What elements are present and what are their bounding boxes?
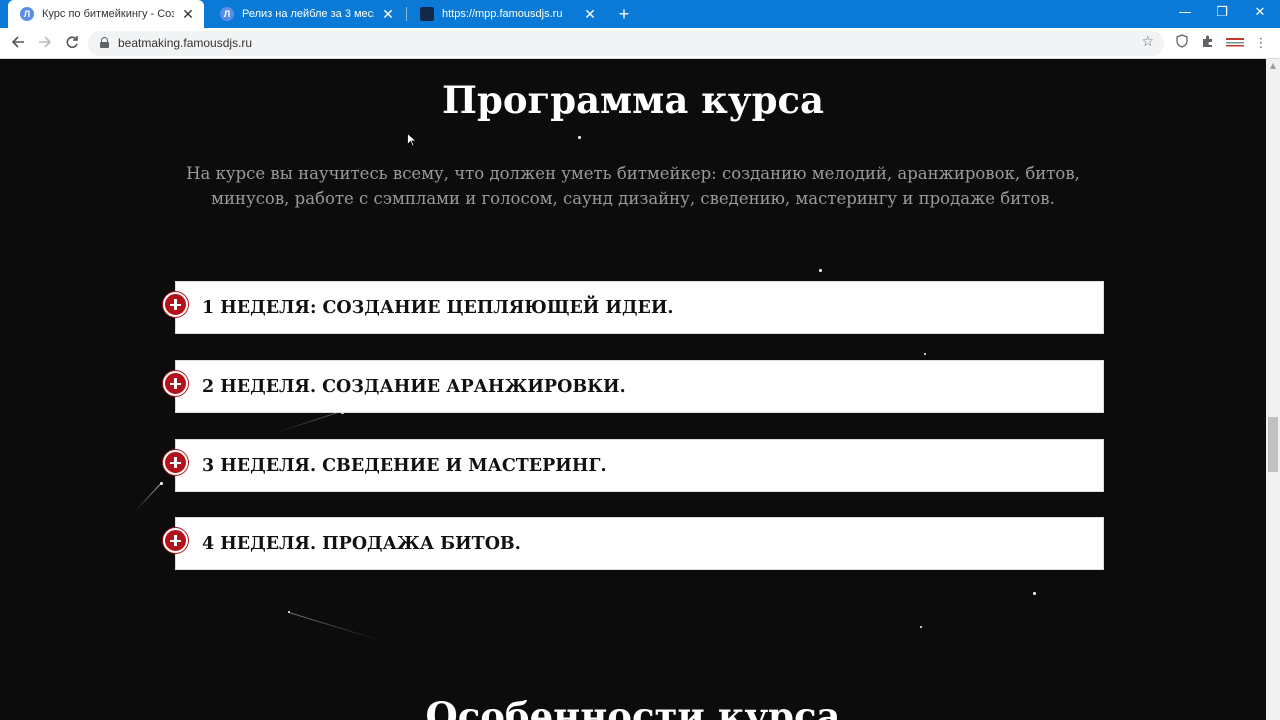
- extensions-puzzle-icon[interactable]: [1198, 34, 1218, 54]
- week-accordion-item[interactable]: 4 НЕДЕЛЯ. ПРОДАЖА БИТОВ.: [163, 517, 1104, 570]
- new-tab-button[interactable]: +: [614, 3, 634, 25]
- week-title: 3 НЕДЕЛЯ. СВЕДЕНИЕ И МАСТЕРИНГ.: [202, 456, 607, 476]
- back-arrow-icon[interactable]: [6, 32, 30, 56]
- expand-plus-icon[interactable]: [163, 528, 188, 553]
- expand-plus-icon[interactable]: [163, 292, 188, 317]
- week-accordion-item[interactable]: 2 НЕДЕЛЯ. СОЗДАНИЕ АРАНЖИРОВКИ.: [163, 360, 1104, 413]
- browser-tab[interactable]: Л Курс по битмейкингу - Создани ✕: [8, 0, 204, 28]
- tab-strip: Л Курс по битмейкингу - Создани ✕ Л Рели…: [0, 0, 1280, 28]
- bookmark-star-icon[interactable]: ☆: [1141, 34, 1154, 50]
- week-title: 4 НЕДЕЛЯ. ПРОДАЖА БИТОВ.: [202, 534, 521, 554]
- star-dot: [819, 269, 822, 272]
- profile-avatar[interactable]: [1225, 34, 1245, 54]
- week-title: 1 НЕДЕЛЯ: СОЗДАНИЕ ЦЕПЛЯЮЩЕЙ ИДЕИ.: [202, 298, 674, 318]
- vertical-scrollbar[interactable]: ▲: [1266, 59, 1280, 720]
- forward-arrow-icon[interactable]: [33, 32, 57, 56]
- close-window-button[interactable]: ✕: [1241, 0, 1279, 28]
- tab-title: Релиз на лейбле за 3 месяца: [242, 8, 374, 20]
- maximize-button[interactable]: ❐: [1203, 0, 1241, 28]
- page-content: Программа курса На курсе вы научитесь вс…: [0, 60, 1266, 720]
- section-title: Особенности курса: [425, 694, 841, 720]
- star-dot: [1033, 592, 1036, 595]
- close-tab-icon[interactable]: ✕: [380, 6, 396, 23]
- page-title: Программа курса: [442, 78, 824, 122]
- site-favicon-icon: [420, 7, 434, 21]
- site-favicon-icon: Л: [220, 7, 234, 21]
- browser-tab[interactable]: https://mpp.famousdjs.ru ✕: [408, 0, 606, 28]
- scroll-thumb[interactable]: [1268, 417, 1278, 472]
- mouse-cursor-icon: [407, 133, 416, 147]
- url-text: beatmaking.famousdjs.ru: [118, 36, 253, 50]
- tab-divider: [406, 7, 407, 21]
- week-accordion-item[interactable]: 3 НЕДЕЛЯ. СВЕДЕНИЕ И МАСТЕРИНГ.: [163, 439, 1104, 492]
- tab-title: https://mpp.famousdjs.ru: [442, 8, 563, 20]
- shooting-star: [288, 612, 380, 641]
- browser-toolbar: beatmaking.famousdjs.ru ☆ ⋮: [0, 28, 1280, 59]
- star-dot: [924, 353, 926, 355]
- shooting-star: [135, 482, 162, 511]
- close-tab-icon[interactable]: ✕: [180, 6, 196, 23]
- shield-extension-icon[interactable]: [1172, 34, 1192, 54]
- shooting-star: [274, 411, 341, 434]
- star-dot: [920, 626, 922, 628]
- close-tab-icon[interactable]: ✕: [582, 6, 598, 23]
- scroll-up-arrow-icon[interactable]: ▲: [1266, 59, 1280, 73]
- browser-tab[interactable]: Л Релиз на лейбле за 3 месяца ✕: [208, 0, 404, 28]
- expand-plus-icon[interactable]: [163, 450, 188, 475]
- reload-icon[interactable]: [60, 32, 84, 56]
- week-accordion-item[interactable]: 1 НЕДЕЛЯ: СОЗДАНИЕ ЦЕПЛЯЮЩЕЙ ИДЕИ.: [163, 281, 1104, 334]
- site-favicon-icon: Л: [20, 7, 34, 21]
- course-intro-text: На курсе вы научитесь всему, что должен …: [186, 164, 1080, 208]
- address-bar[interactable]: beatmaking.famousdjs.ru ☆: [88, 31, 1164, 56]
- expand-plus-icon[interactable]: [163, 371, 188, 396]
- lock-icon: [100, 37, 109, 48]
- tab-title: Курс по битмейкингу - Создани: [42, 8, 174, 20]
- minimize-button[interactable]: —: [1166, 0, 1204, 28]
- star-dot: [578, 136, 581, 139]
- browser-menu-icon[interactable]: ⋮: [1251, 34, 1271, 54]
- week-title: 2 НЕДЕЛЯ. СОЗДАНИЕ АРАНЖИРОВКИ.: [202, 377, 626, 397]
